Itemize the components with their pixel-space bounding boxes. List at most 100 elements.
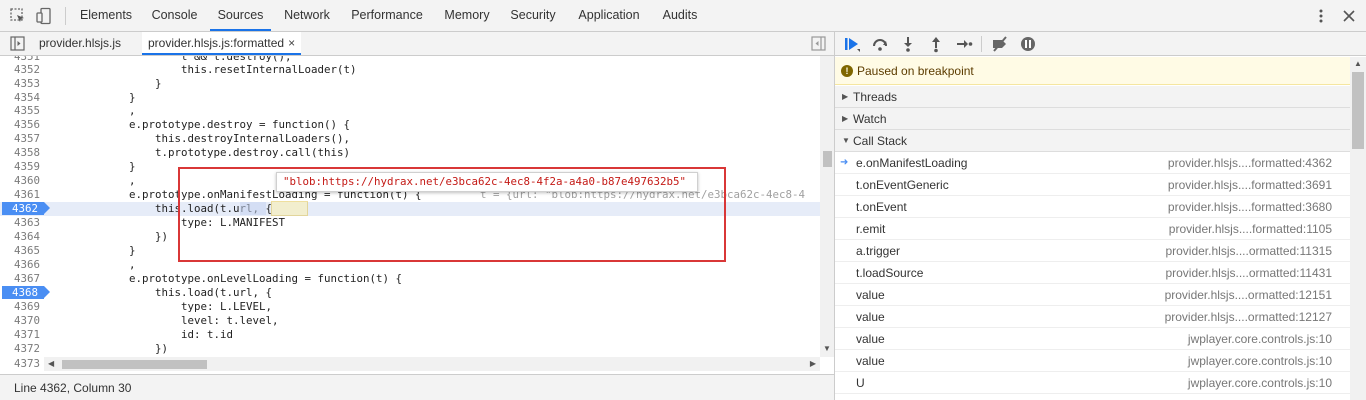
line-number[interactable]: 4360 bbox=[0, 174, 44, 188]
step-over-icon[interactable] bbox=[871, 35, 889, 53]
frame-location[interactable]: provider.hlsjs....formatted:4362 bbox=[1168, 152, 1332, 174]
code-text: , bbox=[51, 104, 136, 117]
step-icon[interactable] bbox=[955, 35, 973, 53]
tab-console[interactable]: Console bbox=[143, 0, 206, 31]
call-frame-row[interactable]: Ujwplayer.core.controls.js:10 bbox=[835, 372, 1350, 394]
call-frame-row[interactable]: t.onEventGeneric provider.hlsjs....format… bbox=[835, 174, 1350, 196]
scroll-right-arrow-icon[interactable]: ▶ bbox=[810, 359, 816, 368]
call-frame-row[interactable]: a.trigger provider.hlsjs....ormatted:1131… bbox=[835, 240, 1350, 262]
code-line: 4356 e.prototype.destroy = function() { bbox=[0, 118, 820, 132]
frame-location[interactable]: provider.hlsjs....ormatted:11315 bbox=[1165, 240, 1332, 262]
file-tab-provider-formatted[interactable]: provider.hlsjs.js:formatted × bbox=[142, 32, 302, 55]
line-number[interactable]: 4367 bbox=[0, 272, 44, 286]
line-number[interactable]: 4352 bbox=[0, 63, 44, 77]
scrollbar-thumb[interactable] bbox=[62, 360, 207, 369]
toggle-navigator-icon[interactable] bbox=[10, 36, 25, 51]
tab-performance[interactable]: Performance bbox=[344, 0, 430, 31]
section-threads[interactable]: ▶ Threads bbox=[835, 86, 1350, 108]
close-tab-icon[interactable]: × bbox=[288, 36, 295, 50]
code-text: , bbox=[51, 174, 136, 187]
line-number[interactable]: 4361 bbox=[0, 188, 44, 202]
frame-location[interactable]: provider.hlsjs....ormatted:11431 bbox=[1165, 262, 1332, 284]
call-frame-row[interactable]: t.onEvent provider.hlsjs....formatted:368… bbox=[835, 196, 1350, 218]
call-frame-row[interactable]: value jwplayer.core.controls.js:10 bbox=[835, 350, 1350, 372]
line-number[interactable]: 4370 bbox=[0, 314, 44, 328]
close-icon[interactable] bbox=[1341, 8, 1357, 24]
section-call-stack[interactable]: ▼ Call Stack bbox=[835, 130, 1350, 152]
scrollbar-thumb[interactable] bbox=[823, 151, 832, 167]
code-line: 4352 this.resetInternalLoader(t) bbox=[0, 63, 820, 77]
tab-audits[interactable]: Audits bbox=[655, 0, 705, 31]
tab-memory[interactable]: Memory bbox=[435, 0, 499, 31]
line-number[interactable]: 4373 bbox=[0, 357, 44, 371]
frame-function: a.trigger bbox=[856, 244, 901, 258]
line-number[interactable]: 4372 bbox=[0, 342, 44, 356]
breakpoint-marker[interactable]: 4368 bbox=[2, 286, 50, 299]
step-into-icon[interactable] bbox=[899, 35, 917, 53]
line-number[interactable]: 4353 bbox=[0, 77, 44, 91]
line-number[interactable]: 4363 bbox=[0, 216, 44, 230]
line-number[interactable]: 4356 bbox=[0, 118, 44, 132]
code-vertical-scrollbar[interactable]: ▼ bbox=[820, 56, 834, 357]
line-number[interactable]: 4358 bbox=[0, 146, 44, 160]
call-frame-row[interactable]: ➜ e.onManifestLoading provider.hlsjs....fo… bbox=[835, 152, 1350, 174]
call-frame-row[interactable]: value provider.hlsjs....ormatted:12151 bbox=[835, 284, 1350, 306]
line-number[interactable]: 4357 bbox=[0, 132, 44, 146]
frame-location[interactable]: jwplayer.core.controls.js:10 bbox=[1188, 350, 1332, 372]
breakpoint-marker[interactable]: 4362 bbox=[2, 202, 50, 215]
code-text: this.load(t.url, { bbox=[51, 202, 273, 215]
file-tab-provider[interactable]: provider.hlsjs.js bbox=[33, 32, 127, 55]
scrollbar-thumb[interactable] bbox=[1352, 72, 1364, 149]
device-toolbar-icon[interactable] bbox=[35, 7, 53, 25]
line-number[interactable]: 4359 bbox=[0, 160, 44, 174]
line-number[interactable]: 4369 bbox=[0, 300, 44, 314]
line-number[interactable]: 4354 bbox=[0, 91, 44, 105]
line-number[interactable]: 4365 bbox=[0, 244, 44, 258]
frame-function: t.loadSource bbox=[856, 266, 924, 280]
expand-triangle-icon: ▶ bbox=[842, 114, 849, 123]
frame-function: value bbox=[856, 332, 885, 346]
expand-triangle-icon: ▶ bbox=[842, 92, 849, 101]
deactivate-breakpoints-icon[interactable] bbox=[991, 35, 1009, 53]
frame-location[interactable]: provider.hlsjs....ormatted:12151 bbox=[1165, 284, 1332, 306]
code-line: 4367 e.prototype.onLevelLoading = functi… bbox=[0, 272, 820, 286]
line-number[interactable]: 4355 bbox=[0, 104, 44, 118]
inspect-element-icon[interactable] bbox=[9, 7, 27, 25]
call-frame-row[interactable]: r.emit provider.hlsjs....formatted:1105 bbox=[835, 218, 1350, 240]
frame-location[interactable]: provider.hlsjs....ormatted:12127 bbox=[1165, 306, 1332, 328]
hovered-expression[interactable] bbox=[271, 201, 308, 216]
line-number[interactable]: 4364 bbox=[0, 230, 44, 244]
frame-location[interactable]: jwplayer.core.controls.js:10 bbox=[1188, 372, 1332, 394]
tab-elements[interactable]: Elements bbox=[73, 0, 139, 31]
sidebar-vertical-scrollbar[interactable]: ▲ bbox=[1350, 57, 1366, 400]
frame-location[interactable]: provider.hlsjs....formatted:3691 bbox=[1168, 174, 1332, 196]
tab-application[interactable]: Application bbox=[568, 0, 650, 31]
scroll-down-arrow-icon[interactable]: ▼ bbox=[823, 344, 831, 353]
line-number[interactable]: 4366 bbox=[0, 258, 44, 272]
call-frame-row[interactable]: value jwplayer.core.controls.js:10 bbox=[835, 328, 1350, 350]
toggle-debugger-icon[interactable] bbox=[811, 36, 826, 51]
call-frame-row[interactable]: t.loadSource provider.hlsjs....ormatted:1… bbox=[835, 262, 1350, 284]
scroll-up-arrow-icon[interactable]: ▲ bbox=[1354, 59, 1362, 68]
line-number[interactable]: 4371 bbox=[0, 328, 44, 342]
editor-tab-strip: provider.hlsjs.js provider.hlsjs.js:form… bbox=[0, 32, 834, 56]
code-editor[interactable]: 4351 t && t.destroy(), 4352 this.resetIn… bbox=[0, 56, 820, 357]
code-horizontal-scrollbar[interactable]: ◀ ▶ bbox=[44, 357, 820, 371]
frame-location[interactable]: provider.hlsjs....formatted:3680 bbox=[1168, 196, 1332, 218]
frame-location[interactable]: provider.hlsjs....formatted:1105 bbox=[1169, 218, 1332, 240]
code-line: 4353 } bbox=[0, 77, 820, 91]
tab-network[interactable]: Network bbox=[275, 0, 339, 31]
resume-icon[interactable] bbox=[843, 35, 861, 53]
step-out-icon[interactable] bbox=[927, 35, 945, 53]
code-line: 4373 bbox=[0, 357, 44, 371]
frame-location[interactable]: jwplayer.core.controls.js:10 bbox=[1188, 328, 1332, 350]
more-options-icon[interactable] bbox=[1313, 8, 1329, 24]
pause-on-exceptions-icon[interactable] bbox=[1019, 35, 1037, 53]
scroll-left-arrow-icon[interactable]: ◀ bbox=[48, 359, 54, 368]
code-line: 4372 }) bbox=[0, 342, 820, 356]
call-frame-row[interactable]: value provider.hlsjs....ormatted:12127 bbox=[835, 306, 1350, 328]
section-watch[interactable]: ▶ Watch bbox=[835, 108, 1350, 130]
tab-sources[interactable]: Sources bbox=[210, 0, 271, 31]
frame-function: value bbox=[856, 288, 885, 302]
tab-security[interactable]: Security bbox=[503, 0, 563, 31]
